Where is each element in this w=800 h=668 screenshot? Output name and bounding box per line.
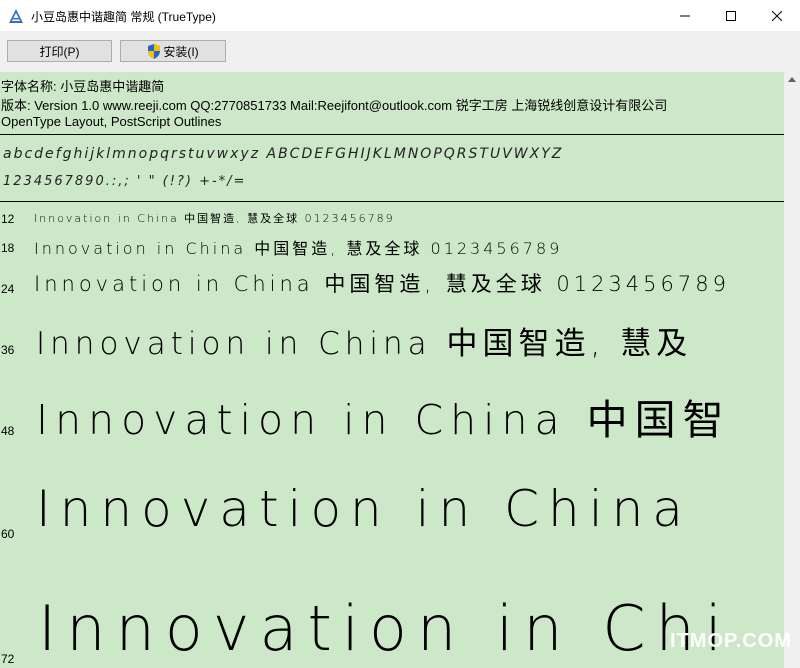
sample-size-label: 18 [1, 241, 15, 255]
font-preview-area: 字体名称: 小豆岛惠中谐趣简 版本: Version 1.0 www.reeji… [0, 72, 784, 668]
charset-digits: 1234567890.:,; ' " (!?) +-*/= [3, 174, 247, 189]
divider [0, 201, 784, 202]
close-button[interactable] [754, 0, 800, 31]
print-button-label: 打印(P) [39, 44, 80, 59]
sample-size-label: 12 [1, 212, 15, 226]
sample-line: Innovation in China 中国智造, 慧及全球 012345678… [34, 272, 730, 296]
sample-size-label: 48 [1, 424, 15, 438]
maximize-icon [726, 10, 736, 21]
maximize-button[interactable] [708, 0, 754, 31]
sample-line: Innovation in China 中国智 [36, 396, 731, 444]
outline-type-line: OpenType Layout, PostScript Outlines [1, 114, 222, 129]
font-viewer-app-icon [9, 9, 23, 23]
charset-letters: abcdefghijklmnopqrstuvwxyz ABCDEFGHIJKLM… [3, 146, 564, 162]
install-button[interactable]: 安装(I) [120, 40, 226, 62]
sample-line: Innovation in Chi [38, 592, 733, 665]
watermark: ITMOP.COM [670, 630, 792, 652]
install-button-label: 安装(I) [163, 44, 199, 59]
divider [0, 134, 784, 135]
toolbar: 打印(P) 安装(I) [0, 31, 800, 72]
scroll-up-arrow-icon[interactable] [788, 77, 796, 82]
sample-line: Innovation in China 中国智造, 慧及全球 012345678… [34, 239, 563, 258]
font-name-line: 字体名称: 小豆岛惠中谐趣简 [1, 79, 165, 94]
sample-size-label: 24 [1, 282, 15, 296]
sample-line: Innovation in China [36, 480, 692, 538]
version-line: 版本: Version 1.0 www.reeji.com QQ:2770851… [1, 98, 668, 113]
sample-size-label: 72 [1, 652, 15, 666]
title-bar: 小豆岛惠中谐趣简 常规 (TrueType) [0, 0, 800, 31]
sample-line: Innovation in China 中国智造, 慧及全球 012345678… [34, 212, 395, 225]
window-title: 小豆岛惠中谐趣简 常规 (TrueType) [31, 10, 216, 24]
sample-size-label: 36 [1, 343, 15, 357]
minimize-button[interactable] [662, 0, 708, 31]
vertical-scrollbar[interactable] [784, 72, 800, 668]
minimize-icon [680, 15, 690, 16]
sample-line: Innovation in China 中国智造, 慧及 [36, 326, 693, 362]
sample-size-label: 60 [1, 527, 15, 541]
uac-shield-icon [148, 43, 161, 59]
print-button[interactable]: 打印(P) [7, 40, 112, 62]
close-icon [772, 10, 782, 21]
